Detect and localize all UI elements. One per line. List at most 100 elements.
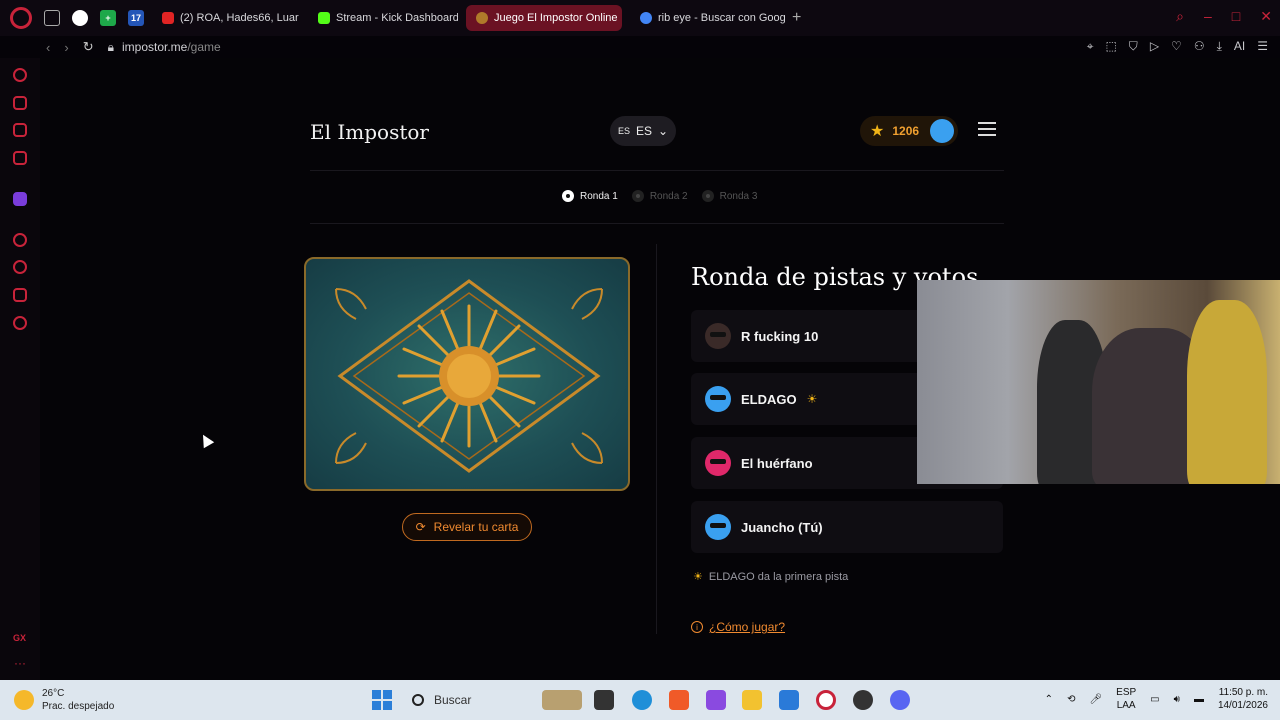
player-row[interactable]: Juancho (Tú) [691, 501, 1003, 553]
discord-icon[interactable] [890, 690, 910, 710]
tab-island-icon[interactable] [44, 10, 60, 26]
task-view-icon[interactable] [594, 690, 614, 710]
minimize-icon[interactable]: – [1204, 8, 1212, 25]
how-to-play-label: ¿Cómo jugar? [709, 620, 786, 634]
refresh-icon: ⟳ [415, 520, 426, 534]
browser-sidebar: GX ··· [0, 58, 40, 680]
score-badge[interactable]: ★ 1206 [860, 116, 958, 146]
microphone-icon[interactable]: 🎤︎ [1089, 694, 1102, 705]
display-icon[interactable]: ▭ [1150, 694, 1159, 705]
how-to-play-link[interactable]: i ¿Cómo jugar? [691, 620, 785, 634]
gx-control-icon[interactable] [13, 96, 27, 110]
hamburger-menu-icon[interactable] [978, 122, 996, 136]
file-explorer-icon[interactable] [742, 690, 762, 710]
search-tabs-icon[interactable]: ⌕ [1176, 8, 1184, 25]
round-1: Ronda 1 [562, 190, 618, 202]
youtube-icon [162, 12, 174, 24]
search-label: Buscar [434, 693, 472, 707]
column-divider [656, 244, 657, 634]
impostor-favicon-icon [476, 12, 488, 24]
window-controls: ⌕ – □ ✕ [1176, 8, 1272, 25]
kick-icon [318, 12, 330, 24]
new-tab-icon[interactable]: + [792, 9, 801, 27]
twitch-icon[interactable] [13, 192, 27, 206]
chevron-up-icon[interactable]: ⌃ [1045, 694, 1053, 705]
round-2: Ronda 2 [631, 190, 688, 202]
more-icon[interactable]: ··· [14, 656, 26, 670]
speed-dial-icon[interactable] [13, 68, 27, 82]
tab-google[interactable]: rib eye - Buscar con Goog [630, 5, 786, 31]
download-icon[interactable]: ⤓ [1217, 39, 1222, 54]
windows-taskbar: 26°C Prac. despejado Buscar ⌃ ⟲ 🎤︎ ESP L… [0, 680, 1280, 720]
easy-setup-icon[interactable]: ☰ [1257, 39, 1268, 54]
input-language[interactable]: ESP LAA [1116, 686, 1136, 712]
settings-icon[interactable] [13, 316, 27, 330]
secret-card[interactable] [304, 257, 630, 491]
sun-card-art-icon [335, 279, 603, 473]
system-tray: ⌃ ⟲ 🎤︎ ESP LAA ▭ 🔊︎ ▬ 11:50 p. m. 14/01/… [1045, 686, 1268, 712]
extensions-icon[interactable] [13, 288, 27, 302]
first-clue-note: ☀ ELDAGO da la primera pista [693, 570, 848, 584]
ai-button[interactable]: AI [1234, 39, 1245, 54]
snapshot-icon[interactable]: ⬚ [1105, 39, 1116, 54]
messenger-icon[interactable] [13, 151, 27, 165]
info-icon: i [691, 621, 703, 633]
reload-icon[interactable]: ↻ [83, 39, 94, 55]
edge-icon[interactable] [632, 690, 652, 710]
round-3: Ronda 3 [701, 190, 758, 202]
player-avatar [705, 323, 731, 349]
header-divider [310, 170, 1004, 171]
round-dot-icon [631, 190, 644, 202]
maximize-icon[interactable]: □ [1232, 8, 1240, 25]
sync-icon[interactable]: ⟲ [1067, 694, 1075, 705]
gx-logo-icon: GX [13, 633, 27, 643]
opera-logo-icon[interactable] [10, 7, 32, 29]
clock[interactable]: 11:50 p. m. 14/01/2026 [1218, 686, 1268, 712]
player-name: Juancho (Tú) [741, 519, 823, 535]
round-label: Ronda 3 [719, 190, 758, 202]
player-name: ELDAGO [741, 391, 797, 407]
pin-icon[interactable]: ⌖ [1087, 39, 1094, 54]
back-icon[interactable]: ‹ [46, 40, 50, 55]
pinned-app-icon[interactable] [72, 10, 88, 26]
rounds-divider [310, 223, 1004, 224]
tab-label: rib eye - Buscar con Goog [658, 12, 786, 24]
tab-impostor[interactable]: Juego El Impostor Online [466, 5, 622, 31]
close-icon[interactable]: ✕ [1260, 8, 1272, 25]
play-icon[interactable]: ▷ [1150, 39, 1159, 54]
tab-youtube[interactable]: (2) ROA, Hades66, Luar La [152, 5, 300, 31]
copilot-icon[interactable] [706, 690, 726, 710]
search-highlight-icon[interactable] [542, 690, 582, 710]
heart-icon[interactable]: ♡ [1171, 39, 1182, 54]
url-host: impostor.me [121, 40, 188, 54]
windows-logo-icon [383, 690, 392, 699]
url-field[interactable]: 🔒︎ impostor.me/game [108, 40, 221, 55]
url-path: /game [187, 40, 221, 54]
start-button[interactable] [372, 690, 392, 710]
webcam-person [1187, 300, 1267, 484]
tab-kick[interactable]: Stream - Kick Dashboard [308, 5, 458, 31]
player-avatar [705, 514, 731, 540]
forward-icon[interactable]: › [64, 40, 68, 55]
shield-icon[interactable]: ⛉ [1129, 39, 1138, 54]
reveal-card-button[interactable]: ⟳ Revelar tu carta [402, 513, 532, 541]
obs-icon[interactable] [853, 690, 873, 710]
gx-corner-icon[interactable] [13, 123, 27, 137]
outlook-icon[interactable] [779, 690, 799, 710]
pinned-calendar-icon[interactable]: 17 [128, 10, 144, 26]
weather-widget[interactable]: 26°C Prac. despejado [14, 687, 114, 713]
account-icon[interactable]: ⚇ [1194, 39, 1205, 54]
site-title[interactable]: El Impostor [310, 120, 429, 144]
volume-icon[interactable]: 🔊︎ [1174, 694, 1180, 705]
history-icon[interactable] [13, 260, 27, 274]
pinned-sheets-icon[interactable]: + [100, 10, 116, 26]
sun-icon: ☀ [806, 392, 818, 406]
lock-icon: 🔒︎ [107, 39, 114, 54]
language-selector[interactable]: ES ES ⌄ [610, 116, 676, 146]
player-icon[interactable] [13, 233, 27, 247]
address-bar: ‹ › ↻ 🔒︎ impostor.me/game ⌖ ⬚ ⛉ ▷ ♡ ⚇ ⤓ … [0, 36, 1280, 58]
battery-icon[interactable]: ▬ [1194, 694, 1204, 705]
brave-icon[interactable] [669, 690, 689, 710]
language-label: ES [635, 124, 652, 138]
opera-gx-taskbar-icon[interactable] [816, 690, 836, 710]
